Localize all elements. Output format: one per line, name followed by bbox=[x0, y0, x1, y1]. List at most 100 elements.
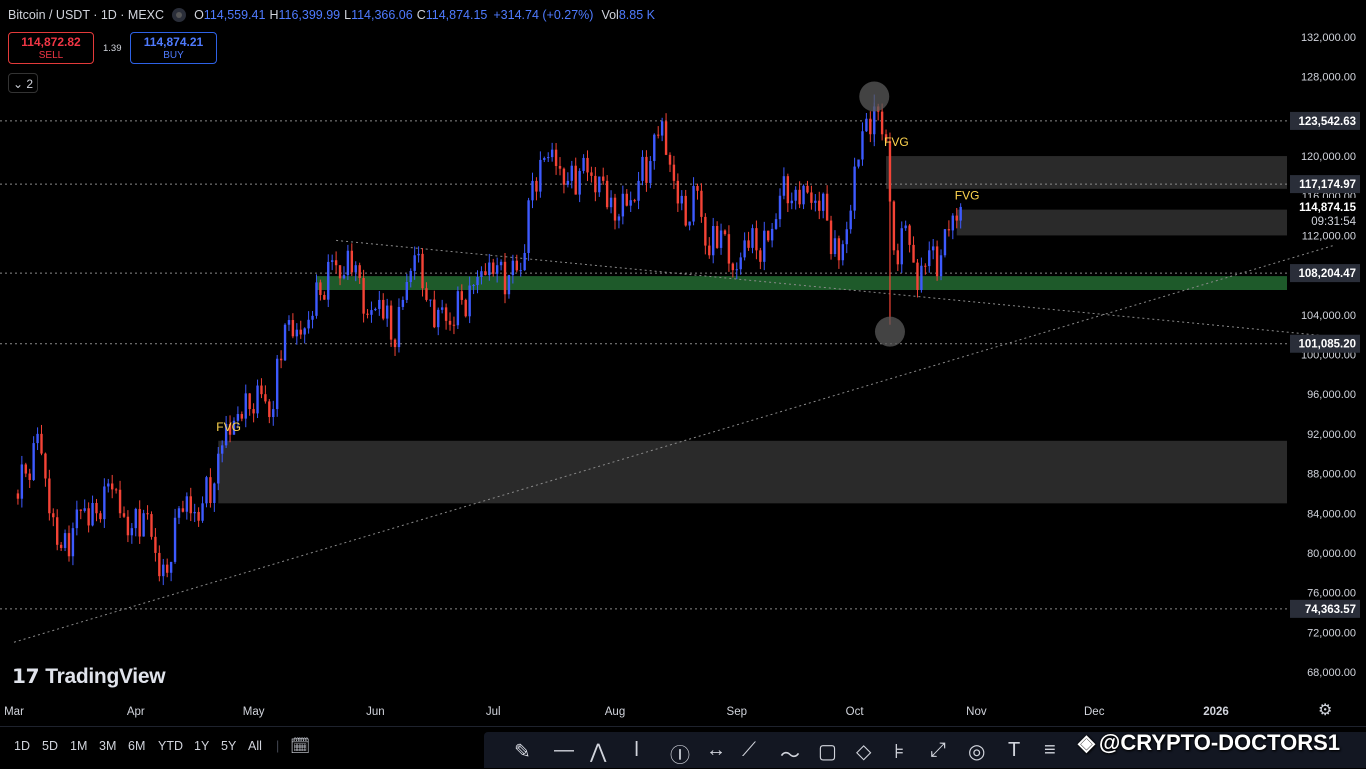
candle-body bbox=[52, 513, 55, 518]
measure-tool-icon[interactable]: ⤢ bbox=[930, 739, 946, 762]
candle-body bbox=[684, 195, 687, 226]
candle-body bbox=[731, 263, 735, 271]
candle-body bbox=[103, 486, 106, 520]
highlight-circle[interactable] bbox=[874, 316, 905, 347]
candle-body bbox=[32, 443, 35, 480]
candle-body bbox=[350, 250, 354, 273]
x-axis-tick-label: Mar bbox=[4, 706, 24, 718]
candle-body bbox=[743, 240, 746, 258]
vertical-line-icon[interactable]: ǀ bbox=[634, 739, 639, 762]
candle-body bbox=[562, 168, 566, 185]
candle-body bbox=[900, 228, 903, 265]
candle-body bbox=[676, 180, 680, 204]
indicator-count: 2 bbox=[26, 77, 34, 91]
fib-tool-icon[interactable]: ⊧ bbox=[894, 739, 904, 764]
date-range-icon[interactable]: 🗓 bbox=[290, 736, 310, 756]
candle-body bbox=[523, 252, 526, 271]
spread-value: 1.39 bbox=[103, 43, 122, 54]
y-axis-tick-label: 88,000.00 bbox=[1307, 469, 1356, 481]
timeframe-5d[interactable]: 5D bbox=[42, 739, 58, 753]
candle-body bbox=[621, 193, 625, 217]
timeframe-6m[interactable]: 6M bbox=[128, 739, 145, 753]
candle-body bbox=[252, 409, 255, 414]
candle-body bbox=[507, 275, 511, 295]
sell-button[interactable]: 114,872.82 SELL bbox=[8, 32, 94, 64]
pattern-tool-icon[interactable]: ⋀ bbox=[590, 739, 606, 764]
high-label: H bbox=[269, 8, 279, 22]
candle-body bbox=[668, 154, 672, 165]
candle-body bbox=[118, 489, 122, 514]
candle-body bbox=[75, 509, 79, 529]
candle-body bbox=[951, 215, 955, 231]
gear-icon[interactable]: ⚙ bbox=[1318, 700, 1332, 720]
candle-body bbox=[594, 175, 597, 193]
candle-body bbox=[539, 159, 542, 192]
low-label: L bbox=[344, 8, 352, 22]
candle-body bbox=[48, 478, 51, 514]
high-value: 116,399.99 bbox=[278, 8, 341, 22]
timeframe-5y[interactable]: 5Y bbox=[221, 739, 236, 753]
tradingview-logo[interactable]: 𝟭𝟳 TradingView bbox=[12, 664, 166, 689]
horizontal-line-icon[interactable]: — bbox=[554, 739, 574, 762]
candle-body bbox=[649, 161, 652, 183]
candle-body bbox=[169, 561, 173, 573]
timeframe-1y[interactable]: 1Y bbox=[194, 739, 209, 753]
candle-body bbox=[896, 250, 900, 265]
sell-label: SELL bbox=[38, 50, 64, 61]
timeframe-1d[interactable]: 1D bbox=[14, 739, 30, 753]
fib-retracement-icon[interactable]: ≡ bbox=[1044, 739, 1056, 762]
last-price-label: 114,874.15 bbox=[1299, 202, 1357, 214]
x-axis-tick-label: May bbox=[243, 706, 265, 718]
fvg-zone[interactable] bbox=[956, 209, 1287, 236]
candle-body bbox=[484, 271, 487, 276]
candle-body bbox=[590, 172, 593, 176]
candle-body bbox=[723, 230, 727, 235]
candle-body bbox=[806, 185, 809, 193]
candle-body bbox=[492, 262, 495, 274]
binance-logo-icon: ◈ bbox=[1078, 730, 1095, 755]
candle-body bbox=[476, 277, 479, 286]
candle-body bbox=[464, 299, 467, 317]
trend-line-icon[interactable]: ⟋ bbox=[742, 739, 756, 762]
candle-body bbox=[499, 261, 503, 266]
timeframe-all[interactable]: All bbox=[248, 739, 262, 753]
candle-body bbox=[201, 503, 204, 521]
circle-tool-icon[interactable]: ◎ bbox=[968, 739, 985, 764]
candle-body bbox=[680, 195, 683, 204]
candle-body bbox=[452, 324, 456, 326]
x-axis-tick-label: Aug bbox=[605, 706, 625, 718]
candle-body bbox=[393, 339, 397, 348]
tradingview-logo-text: TradingView bbox=[45, 664, 166, 688]
polyline-tool-icon[interactable]: ◇ bbox=[856, 739, 871, 764]
candle-body bbox=[130, 528, 134, 536]
text-tool-icon[interactable]: T bbox=[1008, 739, 1020, 762]
buy-button[interactable]: 114,874.21 BUY bbox=[130, 32, 217, 64]
timeframe-3m[interactable]: 3M bbox=[99, 739, 116, 753]
ray-tool-icon[interactable]: ↔ bbox=[706, 739, 726, 762]
anchored-text-icon[interactable]: Ⓘ bbox=[670, 739, 690, 768]
highlight-circle[interactable] bbox=[859, 81, 890, 112]
brush-tool-icon[interactable]: ✎ bbox=[514, 739, 531, 764]
timeframe-ytd[interactable]: YTD bbox=[158, 739, 183, 753]
candle-body bbox=[397, 306, 401, 348]
candle-body bbox=[268, 401, 271, 418]
y-axis-tick-label: 68,000.00 bbox=[1307, 667, 1356, 679]
symbol-title[interactable]: Bitcoin / USDT · 1D · MEXC bbox=[8, 8, 164, 22]
candle-body bbox=[342, 275, 346, 279]
candle-body bbox=[503, 261, 507, 295]
fvg-zone[interactable] bbox=[218, 440, 1287, 504]
candle-body bbox=[401, 299, 405, 307]
rectangle-tool-icon[interactable]: ▢ bbox=[818, 739, 837, 764]
path-tool-icon[interactable]: 〜 bbox=[780, 739, 800, 768]
candle-body bbox=[44, 453, 47, 479]
candle-body bbox=[425, 288, 428, 300]
price-chart[interactable]: FVGFVGFVG132,000.00128,000.00124,000.001… bbox=[0, 0, 1366, 726]
candle-body bbox=[861, 131, 864, 160]
candle-body bbox=[323, 294, 326, 300]
candle-body bbox=[248, 393, 251, 410]
indicators-collapse-button[interactable]: ⌄ 2 bbox=[8, 73, 38, 93]
candle-body bbox=[582, 157, 585, 171]
timeframe-1m[interactable]: 1M bbox=[70, 739, 87, 753]
candle-body bbox=[735, 269, 738, 271]
candle-body bbox=[480, 271, 483, 278]
